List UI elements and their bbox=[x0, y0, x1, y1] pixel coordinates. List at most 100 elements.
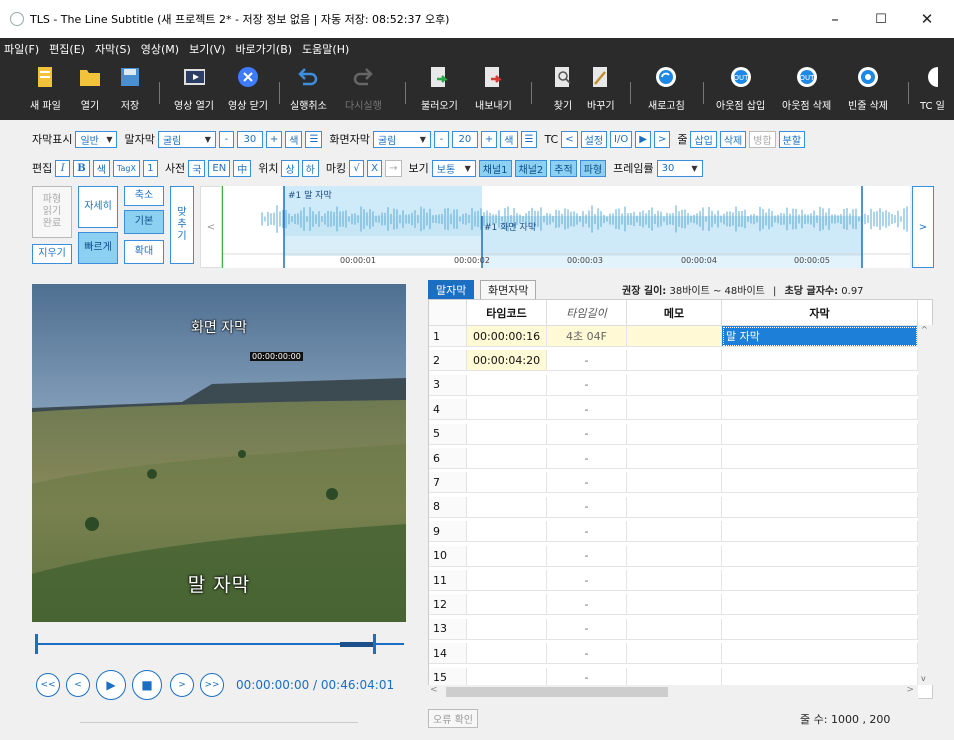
timecode-cell[interactable] bbox=[467, 472, 547, 494]
zoom-in-button[interactable]: 확대 bbox=[124, 240, 164, 264]
table-row[interactable]: 7- bbox=[429, 472, 918, 494]
text-color-button[interactable]: 색 bbox=[92, 159, 110, 177]
video-preview[interactable]: 화면 자막 00:00:00:00 말 자막 bbox=[32, 284, 406, 622]
speech-size-minus[interactable]: - bbox=[218, 130, 234, 148]
table-row[interactable]: 8- bbox=[429, 496, 918, 518]
tab-screen-subtitle[interactable]: 화면자막 bbox=[480, 280, 537, 299]
duration-cell[interactable]: - bbox=[547, 594, 627, 616]
line-insert-button[interactable]: 삽입 bbox=[690, 130, 717, 148]
delete-blank-lines-button[interactable]: 빈줄 삭제 bbox=[848, 64, 888, 112]
table-row[interactable]: 6- bbox=[429, 448, 918, 469]
timecode-cell[interactable] bbox=[467, 399, 547, 421]
table-row[interactable]: 4- bbox=[429, 399, 918, 421]
table-row[interactable]: 11 - bbox=[429, 570, 918, 591]
maximize-button[interactable]: ☐ bbox=[858, 0, 904, 38]
subtitle-cell[interactable] bbox=[722, 594, 918, 616]
scroll-up-arrow-icon[interactable]: ^ bbox=[921, 325, 928, 334]
subtitle-display-select[interactable]: 일반 ▼ bbox=[75, 130, 118, 148]
subtitle-cell[interactable] bbox=[722, 545, 918, 567]
step-back-button[interactable]: < bbox=[66, 673, 90, 697]
waveform-scroll-right[interactable]: > bbox=[912, 186, 934, 268]
screen-align-button[interactable]: ☰ bbox=[520, 130, 538, 148]
replace-button[interactable]: 바꾸기 bbox=[587, 64, 615, 112]
header-duration[interactable]: 타임길이 bbox=[547, 300, 627, 326]
duration-cell[interactable]: - bbox=[547, 472, 627, 494]
speech-size-plus[interactable]: + bbox=[265, 130, 283, 148]
header-memo[interactable]: 메모 bbox=[627, 300, 722, 326]
memo-cell[interactable] bbox=[627, 326, 722, 347]
speech-align-button[interactable]: ☰ bbox=[305, 130, 323, 148]
insert-out-button[interactable]: OUT 아웃점 삽입 bbox=[716, 64, 765, 112]
menu-shortcut[interactable]: 바로가기(B) bbox=[235, 41, 292, 57]
timecode-cell[interactable] bbox=[467, 643, 547, 665]
table-row[interactable]: 2 00:00:04:20- bbox=[429, 350, 918, 372]
timecode-cell[interactable] bbox=[467, 374, 547, 396]
duration-cell[interactable]: - bbox=[547, 643, 627, 665]
step-forward-button[interactable]: > bbox=[170, 673, 194, 697]
timecode-cell[interactable]: 00:00:00:16 bbox=[467, 326, 547, 347]
export-button[interactable]: 내보내기 bbox=[475, 64, 512, 112]
timecode-cell[interactable] bbox=[467, 423, 547, 445]
stop-button[interactable]: ■ bbox=[132, 670, 162, 700]
menu-video[interactable]: 영상(M) bbox=[141, 41, 179, 57]
dict-chinese-button[interactable]: 中 bbox=[233, 159, 252, 177]
waveform-scroll-left[interactable]: < bbox=[200, 186, 222, 268]
track-toggle[interactable]: 추적 bbox=[550, 159, 577, 177]
subtitle-cell[interactable] bbox=[722, 399, 918, 421]
position-bottom-button[interactable]: 하 bbox=[301, 159, 319, 177]
screen-size-plus[interactable]: + bbox=[480, 130, 498, 148]
duration-cell[interactable]: - bbox=[547, 423, 627, 445]
subtitle-cell[interactable] bbox=[722, 472, 918, 494]
tc-prev-button[interactable]: < bbox=[561, 130, 578, 148]
tc-play-button[interactable]: ▶ bbox=[635, 130, 651, 148]
channel1-toggle[interactable]: 채널1 bbox=[478, 159, 512, 177]
duration-cell[interactable]: - bbox=[547, 399, 627, 421]
subtitle-cell[interactable] bbox=[722, 496, 918, 518]
screen-font-select[interactable]: 굴림 ▼ bbox=[372, 130, 431, 148]
screen-size-minus[interactable]: - bbox=[433, 130, 449, 148]
one-button[interactable]: 1 bbox=[142, 159, 158, 177]
scroll-right-arrow-icon[interactable]: > bbox=[906, 685, 914, 695]
memo-cell[interactable] bbox=[627, 521, 722, 543]
subtitle-cell[interactable] bbox=[722, 521, 918, 543]
scroll-left-arrow-icon[interactable]: < bbox=[430, 685, 438, 695]
timecode-cell[interactable] bbox=[467, 545, 547, 567]
error-check-button[interactable]: 오류 확인 bbox=[428, 709, 478, 728]
grid-horizontal-scrollbar[interactable]: < > bbox=[428, 685, 918, 699]
subtitle-cell[interactable]: 말 자막 bbox=[722, 326, 918, 347]
line-merge-button[interactable]: 병합 bbox=[749, 130, 776, 148]
table-row[interactable]: 3- bbox=[429, 374, 918, 396]
tc-next-button[interactable]: > bbox=[653, 130, 671, 148]
memo-cell[interactable] bbox=[627, 545, 722, 567]
view-mode-select[interactable]: 보통 ▼ bbox=[431, 159, 476, 177]
memo-cell[interactable] bbox=[627, 618, 722, 640]
close-button[interactable]: ✕ bbox=[904, 0, 950, 38]
memo-cell[interactable] bbox=[627, 594, 722, 616]
italic-button[interactable]: I bbox=[55, 159, 71, 177]
menu-edit[interactable]: 편집(E) bbox=[49, 41, 85, 57]
line-delete-button[interactable]: 삭제 bbox=[719, 130, 747, 148]
dict-english-button[interactable]: EN bbox=[208, 159, 231, 177]
find-button[interactable]: 찾기 bbox=[552, 64, 574, 112]
table-row[interactable]: 13 - bbox=[429, 618, 918, 640]
timecode-cell[interactable]: 00:00:04:20 bbox=[467, 350, 547, 372]
undo-button[interactable]: 실행취소 bbox=[290, 64, 327, 112]
tc-set-button[interactable]: 설정 bbox=[580, 130, 608, 148]
redo-button[interactable]: 다시실행 bbox=[345, 64, 382, 112]
tc-io-button[interactable]: I/O bbox=[610, 130, 633, 148]
table-row[interactable]: 1 00:00:00:16 4초 04F 말 자막 bbox=[429, 326, 918, 347]
memo-cell[interactable] bbox=[627, 448, 722, 469]
duration-cell[interactable]: - bbox=[547, 496, 627, 518]
detail-button[interactable]: 자세히 bbox=[78, 186, 118, 228]
menu-subtitle[interactable]: 자막(S) bbox=[95, 41, 131, 57]
table-row[interactable]: 5- bbox=[429, 423, 918, 445]
menu-view[interactable]: 보기(V) bbox=[189, 41, 225, 57]
duration-cell[interactable]: - bbox=[547, 374, 627, 396]
line-split-button[interactable]: 분할 bbox=[778, 130, 806, 148]
mark-check-button[interactable]: √ bbox=[349, 159, 365, 177]
horizontal-scroll-thumb[interactable] bbox=[446, 687, 668, 697]
timecode-cell[interactable] bbox=[467, 618, 547, 640]
play-button[interactable]: ▶ bbox=[96, 670, 126, 700]
fast-button[interactable]: 빠르게 bbox=[78, 232, 118, 264]
timecode-cell[interactable] bbox=[467, 570, 547, 591]
